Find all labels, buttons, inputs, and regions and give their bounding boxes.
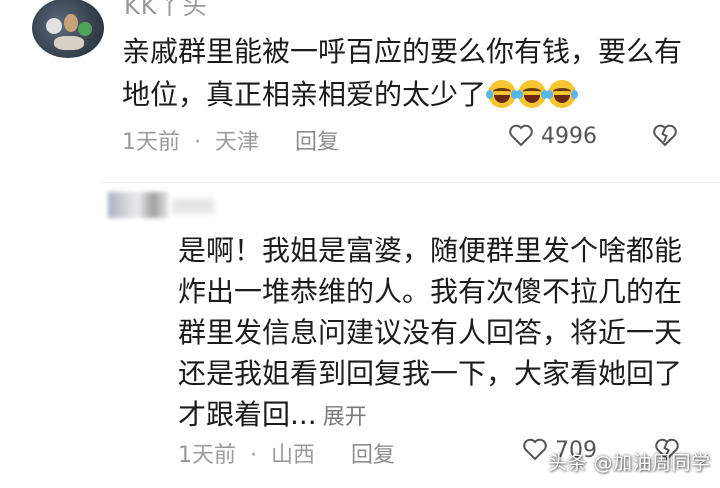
- like-button[interactable]: 4996: [508, 123, 597, 149]
- comment-time: 1天前: [122, 130, 180, 155]
- comment-time: 1天前: [178, 443, 236, 468]
- avatar[interactable]: [108, 192, 168, 218]
- comment-meta: 1天前 · 天津 回复: [122, 124, 339, 156]
- expand-button[interactable]: 展开: [323, 405, 367, 430]
- reply-button[interactable]: 回复: [351, 443, 395, 468]
- dislike-button[interactable]: [652, 123, 678, 147]
- laugh-cry-emoji: [486, 80, 519, 108]
- reply-button[interactable]: 回复: [295, 130, 339, 155]
- meta-separator: ·: [250, 443, 257, 468]
- watermark: 头条 @加油周同学: [548, 452, 711, 474]
- comment-meta: 1天前 · 山西 回复: [178, 437, 395, 469]
- comment-text-body: 是啊！我姐是富婆，随便群里发个啥都能炸出一堆恭维的人。我有次傻不拉几的在群里发信…: [178, 234, 683, 431]
- laugh-cry-emoji: [546, 80, 579, 108]
- laugh-cry-emoji: [516, 80, 549, 108]
- username[interactable]: KK丫头: [124, 0, 207, 21]
- heart-icon: [523, 438, 547, 461]
- comment-text: 亲戚群里能被一呼百应的要么你有钱，要么有地位，真正相亲相爱的太少了: [122, 30, 702, 116]
- meta-separator: ·: [194, 130, 201, 155]
- comment-text-body: 亲戚群里能被一呼百应的要么你有钱，要么有地位，真正相亲相爱的太少了: [122, 35, 683, 111]
- divider: [100, 182, 720, 183]
- comment-location: 天津: [215, 130, 260, 155]
- avatar[interactable]: [32, 0, 104, 58]
- like-count: 4996: [541, 124, 597, 149]
- heart-icon: [509, 124, 533, 147]
- username[interactable]: [172, 198, 214, 214]
- comment-location: 山西: [271, 443, 316, 468]
- broken-heart-icon: [653, 124, 677, 147]
- comment-text: 是啊！我姐是富婆，随便群里发个啥都能炸出一堆恭维的人。我有次傻不拉几的在群里发信…: [178, 230, 698, 438]
